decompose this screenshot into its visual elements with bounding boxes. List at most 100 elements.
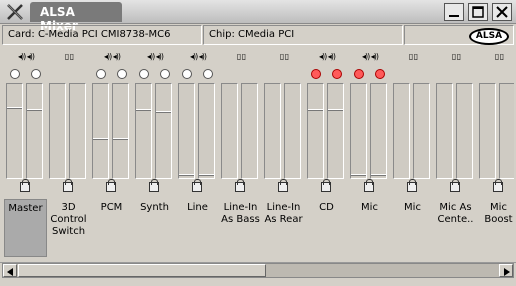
volume-slider[interactable] bbox=[241, 83, 258, 179]
slider-thumb[interactable] bbox=[351, 174, 366, 176]
lock-icon[interactable] bbox=[63, 179, 73, 192]
card-info-bar: Card: C-Media PCI CMI8738-MC6 Chip: CMed… bbox=[2, 25, 514, 46]
slider-thumb[interactable] bbox=[27, 109, 42, 111]
scroll-right-button[interactable] bbox=[499, 264, 513, 277]
speaker-icon[interactable]: ◂)) ◂)) bbox=[6, 52, 46, 62]
logo-cell: ALSA bbox=[404, 25, 514, 45]
slider-thumb[interactable] bbox=[113, 138, 128, 140]
volume-slider[interactable] bbox=[479, 83, 496, 179]
lock-icon[interactable] bbox=[278, 179, 288, 192]
volume-slider[interactable] bbox=[413, 83, 430, 179]
speaker-icon[interactable]: ▯ ▯ bbox=[264, 52, 304, 62]
lock-icon[interactable] bbox=[192, 179, 202, 192]
channel-strip: ▯ ▯ Mic As Cente.. bbox=[434, 48, 477, 260]
channel-label[interactable]: 3D Control Switch bbox=[47, 199, 90, 257]
volume-slider[interactable] bbox=[26, 83, 43, 179]
speaker-icon[interactable]: ◂)) ◂)) bbox=[135, 52, 175, 62]
volume-slider[interactable] bbox=[436, 83, 453, 179]
alsa-logo: ALSA bbox=[469, 28, 509, 45]
volume-slider[interactable] bbox=[327, 83, 344, 179]
slider-thumb[interactable] bbox=[179, 174, 194, 176]
volume-slider[interactable] bbox=[370, 83, 387, 179]
channel-label[interactable]: Mic bbox=[348, 199, 391, 257]
speaker-icon[interactable]: ◂)) ◂)) bbox=[307, 52, 347, 62]
channel-label[interactable]: Line-In As Rear bbox=[262, 199, 305, 257]
minimize-icon bbox=[449, 15, 459, 17]
mute-toggle[interactable] bbox=[117, 69, 127, 79]
speaker-icon[interactable]: ◂)) ◂)) bbox=[92, 52, 132, 62]
slider-thumb[interactable] bbox=[328, 109, 343, 111]
lock-icon[interactable] bbox=[321, 179, 331, 192]
scroll-left-button[interactable] bbox=[3, 264, 17, 277]
channel-label[interactable]: Synth bbox=[133, 199, 176, 257]
volume-slider[interactable] bbox=[264, 83, 281, 179]
volume-slider[interactable] bbox=[178, 83, 195, 179]
mute-toggle[interactable] bbox=[203, 69, 213, 79]
volume-slider[interactable] bbox=[284, 83, 301, 179]
slider-thumb[interactable] bbox=[7, 107, 22, 109]
volume-slider[interactable] bbox=[456, 83, 473, 179]
mute-toggle[interactable] bbox=[160, 69, 170, 79]
speaker-icon[interactable]: ▯ ▯ bbox=[436, 52, 476, 62]
mute-toggle[interactable] bbox=[332, 69, 342, 79]
speaker-icon[interactable]: ▯ ▯ bbox=[221, 52, 261, 62]
lock-icon[interactable] bbox=[235, 179, 245, 192]
slider-thumb[interactable] bbox=[156, 111, 171, 113]
volume-slider[interactable] bbox=[350, 83, 367, 179]
volume-slider[interactable] bbox=[499, 83, 514, 179]
lock-icon[interactable] bbox=[493, 179, 503, 192]
mute-toggle[interactable] bbox=[139, 69, 149, 79]
channel-label[interactable]: Line-In As Bass bbox=[219, 199, 262, 257]
channel-label[interactable]: Mic Boost bbox=[477, 199, 514, 257]
volume-slider[interactable] bbox=[307, 83, 324, 179]
channel-label[interactable]: PCM bbox=[90, 199, 133, 257]
channel-label[interactable]: CD bbox=[305, 199, 348, 257]
channel-label[interactable]: Mic bbox=[391, 199, 434, 257]
speaker-icon[interactable]: ▯ ▯ bbox=[393, 52, 433, 62]
channel-label[interactable]: Mic As Cente.. bbox=[434, 199, 477, 257]
channel-strip: ▯ ▯ Line-In As Bass bbox=[219, 48, 262, 260]
mute-toggle[interactable] bbox=[354, 69, 364, 79]
volume-slider[interactable] bbox=[393, 83, 410, 179]
volume-slider[interactable] bbox=[69, 83, 86, 179]
volume-slider[interactable] bbox=[6, 83, 23, 179]
speaker-icon[interactable]: ▯ ▯ bbox=[49, 52, 89, 62]
volume-slider[interactable] bbox=[112, 83, 129, 179]
slider-thumb[interactable] bbox=[308, 109, 323, 111]
mute-toggle[interactable] bbox=[31, 69, 41, 79]
lock-icon[interactable] bbox=[149, 179, 159, 192]
mute-toggle[interactable] bbox=[311, 69, 321, 79]
close-button[interactable] bbox=[492, 3, 512, 21]
scrollbar-thumb[interactable] bbox=[18, 264, 266, 277]
lock-icon[interactable] bbox=[20, 179, 30, 192]
volume-slider[interactable] bbox=[49, 83, 66, 179]
lock-icon[interactable] bbox=[407, 179, 417, 192]
speaker-icon[interactable]: ◂)) ◂)) bbox=[178, 52, 218, 62]
x-logo-icon[interactable] bbox=[6, 3, 24, 21]
title-bar[interactable]: ALSA Mixer bbox=[0, 0, 516, 33]
volume-slider[interactable] bbox=[198, 83, 215, 179]
slider-thumb[interactable] bbox=[371, 174, 386, 176]
maximize-button[interactable] bbox=[468, 3, 488, 21]
speaker-icon[interactable]: ◂)) ◂)) bbox=[350, 52, 390, 62]
channel-label[interactable]: Line bbox=[176, 199, 219, 257]
mute-toggle[interactable] bbox=[10, 69, 20, 79]
slider-thumb[interactable] bbox=[199, 174, 214, 176]
speaker-icon[interactable]: ▯ ▯ bbox=[479, 52, 514, 62]
volume-slider[interactable] bbox=[92, 83, 109, 179]
channel-strip: ▯ ▯ Line-In As Rear bbox=[262, 48, 305, 260]
lock-icon[interactable] bbox=[106, 179, 116, 192]
horizontal-scrollbar[interactable] bbox=[2, 263, 514, 278]
slider-thumb[interactable] bbox=[93, 138, 108, 140]
lock-icon[interactable] bbox=[364, 179, 374, 192]
mute-toggle[interactable] bbox=[96, 69, 106, 79]
volume-slider[interactable] bbox=[221, 83, 238, 179]
lock-icon[interactable] bbox=[450, 179, 460, 192]
slider-thumb[interactable] bbox=[136, 109, 151, 111]
volume-slider[interactable] bbox=[135, 83, 152, 179]
mute-toggle[interactable] bbox=[182, 69, 192, 79]
mute-toggle[interactable] bbox=[375, 69, 385, 79]
channel-label[interactable]: Master bbox=[4, 199, 47, 257]
minimize-button[interactable] bbox=[444, 3, 464, 21]
volume-slider[interactable] bbox=[155, 83, 172, 179]
